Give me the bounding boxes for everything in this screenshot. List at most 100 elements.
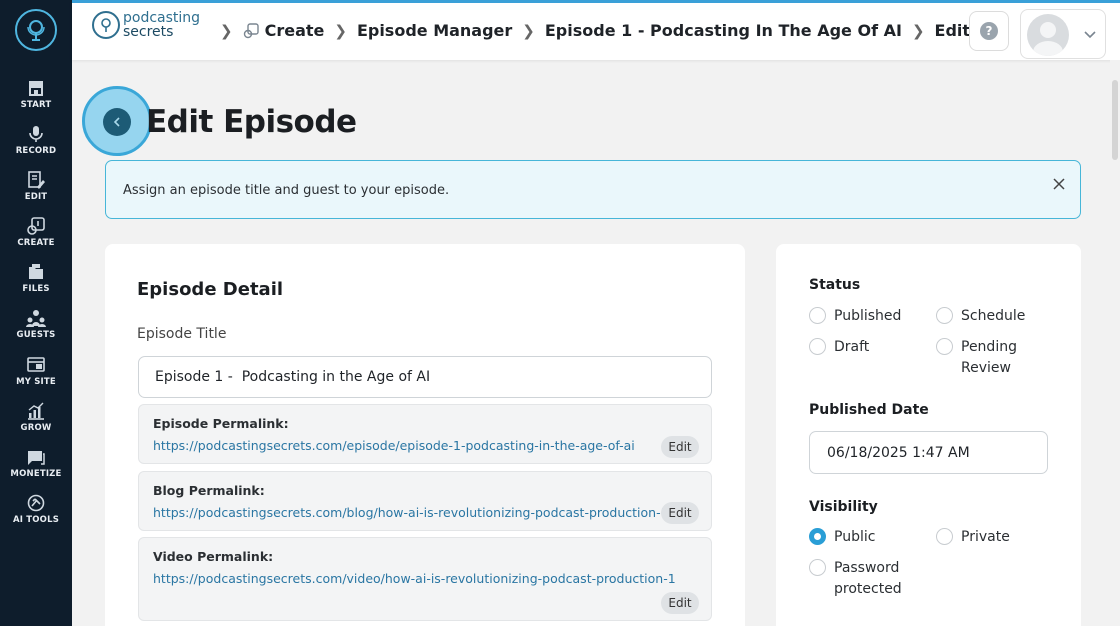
app-logo-icon[interactable]	[15, 9, 57, 51]
edit-episode-permalink-button[interactable]: Edit	[661, 436, 699, 458]
guests-icon	[26, 310, 46, 327]
info-alert: Assign an episode title and guest to you…	[105, 160, 1081, 219]
help-button[interactable]: ?	[969, 11, 1009, 51]
ai-tools-icon	[27, 494, 45, 512]
status-schedule-radio[interactable]: Schedule	[936, 306, 1025, 327]
breadcrumb-episode[interactable]: Episode 1 - Podcasting In The Age Of AI	[545, 21, 902, 40]
brand-mic-icon	[92, 11, 120, 39]
status-heading: Status	[809, 277, 861, 293]
radio-label: Published	[834, 308, 902, 324]
sidebar-item-my-site[interactable]: MY SITE	[0, 355, 72, 397]
sidebar-item-ai-tools[interactable]: AI TOOLS	[0, 493, 72, 535]
sidebar-item-label: GROW	[20, 423, 52, 433]
sidebar-item-guests[interactable]: GUESTS	[0, 308, 72, 350]
monetize-icon	[28, 451, 45, 465]
sidebar-item-files[interactable]: FILES	[0, 262, 72, 304]
sidebar-item-label: GUESTS	[16, 330, 56, 340]
create-icon	[27, 217, 45, 235]
chevron-left-icon	[113, 117, 120, 127]
page-title: Edit Episode	[146, 104, 357, 140]
brand-line-2: secrets	[123, 24, 174, 40]
close-icon[interactable]	[1050, 175, 1068, 193]
blog-permalink-link[interactable]: https://podcastingsecrets.com/blog/how-a…	[153, 505, 669, 520]
chevron-right-icon: ❯	[334, 21, 347, 40]
avatar	[1027, 14, 1069, 56]
radio-label: Private	[961, 529, 1010, 545]
help-icon: ?	[980, 22, 998, 40]
edit-video-permalink-button[interactable]: Edit	[661, 592, 699, 614]
visibility-public-radio[interactable]: Public	[809, 527, 875, 548]
radio-indicator	[936, 338, 953, 355]
radio-indicator	[936, 528, 953, 545]
scrollbar-thumb[interactable]	[1112, 80, 1118, 160]
radio-label: Public	[834, 529, 876, 545]
top-bar: podcasting secrets ❯ Create ❯ Episode Ma…	[72, 0, 1120, 60]
published-date-input[interactable]	[809, 431, 1048, 474]
chevron-right-icon: ❯	[522, 21, 535, 40]
episode-detail-heading: Episode Detail	[137, 279, 284, 300]
radio-indicator	[809, 338, 826, 355]
alert-text: Assign an episode title and guest to you…	[123, 183, 450, 198]
create-icon	[243, 22, 259, 38]
sidebar-item-label: RECORD	[15, 146, 57, 156]
breadcrumb-episode-manager[interactable]: Episode Manager	[357, 21, 512, 40]
radio-label: Draft	[834, 339, 870, 355]
episode-permalink-link[interactable]: https://podcastingsecrets.com/episode/ep…	[153, 438, 635, 453]
chevron-right-icon: ❯	[220, 21, 233, 40]
back-button[interactable]	[103, 108, 131, 136]
sidebar-item-edit[interactable]: EDIT	[0, 170, 72, 212]
permalink-label: Blog Permalink:	[153, 483, 265, 498]
microphone-icon	[29, 126, 43, 142]
episode-detail-card: Episode Detail Episode Title Episode Per…	[105, 244, 745, 626]
status-published-radio[interactable]: Published	[809, 306, 901, 327]
folder-icon	[29, 264, 43, 279]
visibility-heading: Visibility	[809, 499, 878, 515]
episode-permalink-box: Episode Permalink: https://podcastingsec…	[138, 404, 712, 464]
edit-icon	[28, 171, 45, 189]
visibility-private-radio[interactable]: Private	[936, 527, 1010, 548]
store-icon	[29, 81, 43, 96]
sidebar-item-label: START	[20, 100, 52, 110]
sidebar-item-label: MY SITE	[16, 377, 56, 387]
sidebar-item-label: MONETIZE	[10, 469, 62, 479]
user-menu-button[interactable]	[1020, 9, 1106, 59]
chevron-right-icon: ❯	[911, 21, 925, 40]
sidebar-item-label: EDIT	[24, 192, 48, 202]
brand-logo[interactable]: podcasting secrets	[92, 11, 200, 39]
blog-permalink-box: Blog Permalink: https://podcastingsecret…	[138, 471, 712, 531]
radio-label: Schedule	[961, 308, 1026, 324]
visibility-password-radio[interactable]: Password protected	[809, 558, 919, 600]
radio-indicator	[936, 307, 953, 324]
sidebar: START RECORD EDIT CREATE FILES GUESTS MY…	[0, 0, 72, 626]
site-icon	[27, 357, 45, 372]
status-pending-review-radio[interactable]: Pending Review	[936, 337, 1036, 379]
permalink-label: Video Permalink:	[153, 549, 274, 564]
permalink-label: Episode Permalink:	[153, 416, 289, 431]
radio-indicator-selected	[809, 528, 826, 545]
radio-indicator	[809, 307, 826, 324]
video-permalink-link[interactable]: https://podcastingsecrets.com/video/how-…	[153, 571, 676, 586]
chevron-down-icon	[1084, 31, 1096, 39]
publish-settings-card: Status Published Schedule Draft Pending …	[776, 244, 1081, 626]
sidebar-item-start[interactable]: START	[0, 78, 72, 120]
breadcrumb-create[interactable]: Create	[265, 21, 325, 40]
published-date-heading: Published Date	[809, 402, 929, 418]
sidebar-item-monetize[interactable]: MONETIZE	[0, 447, 72, 489]
radio-label: Password protected	[834, 560, 902, 597]
breadcrumb-edit: Edit	[934, 21, 971, 40]
status-draft-radio[interactable]: Draft	[809, 337, 869, 358]
radio-indicator	[809, 559, 826, 576]
sidebar-item-label: CREATE	[17, 238, 55, 248]
sidebar-item-label: AI TOOLS	[12, 515, 60, 525]
episode-title-input[interactable]	[138, 356, 712, 398]
sidebar-item-label: FILES	[22, 284, 50, 294]
chart-icon	[28, 402, 44, 420]
video-permalink-box: Video Permalink: https://podcastingsecre…	[138, 537, 712, 621]
sidebar-item-grow[interactable]: GROW	[0, 401, 72, 443]
sidebar-item-record[interactable]: RECORD	[0, 124, 72, 166]
radio-label: Pending Review	[961, 339, 1017, 376]
edit-blog-permalink-button[interactable]: Edit	[661, 502, 699, 524]
episode-title-label: Episode Title	[137, 326, 227, 342]
page-scrollbar[interactable]	[1110, 60, 1120, 626]
sidebar-item-create[interactable]: CREATE	[0, 216, 72, 258]
